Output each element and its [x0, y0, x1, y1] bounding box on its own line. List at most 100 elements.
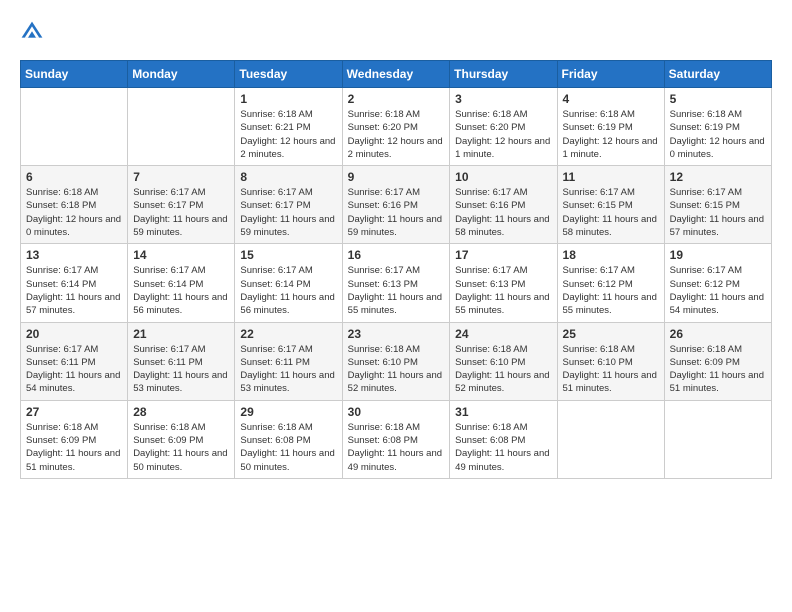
calendar-cell: 8Sunrise: 6:17 AMSunset: 6:17 PMDaylight…	[235, 166, 342, 244]
day-info: Sunrise: 6:17 AMSunset: 6:15 PMDaylight:…	[670, 186, 766, 239]
day-number: 2	[348, 92, 445, 106]
day-info: Sunrise: 6:17 AMSunset: 6:16 PMDaylight:…	[455, 186, 551, 239]
day-info: Sunrise: 6:18 AMSunset: 6:08 PMDaylight:…	[455, 421, 551, 474]
column-header-monday: Monday	[128, 61, 235, 88]
day-info: Sunrise: 6:17 AMSunset: 6:13 PMDaylight:…	[348, 264, 445, 317]
calendar-cell	[128, 88, 235, 166]
calendar-cell: 29 Sunrise: 6:18 AMSunset: 6:08 PMDayligh…	[235, 400, 342, 478]
day-number: 31	[455, 405, 551, 419]
day-info: Sunrise: 6:17 AMSunset: 6:12 PMDaylight:…	[670, 264, 766, 317]
day-info: Sunrise: 6:18 AMSunset: 6:08 PMDaylight:…	[240, 421, 336, 474]
calendar-cell: 1 Sunrise: 6:18 AMSunset: 6:21 PMDaylight…	[235, 88, 342, 166]
calendar-cell: 10 Sunrise: 6:17 AMSunset: 6:16 PMDayligh…	[450, 166, 557, 244]
day-info: Sunrise: 6:18 AMSunset: 6:10 PMDaylight:…	[348, 343, 445, 396]
day-info: Sunrise: 6:17 AMSunset: 6:17 PMDaylight:…	[240, 186, 336, 239]
day-info: Sunrise: 6:18 AMSunset: 6:20 PMDaylight:…	[455, 108, 551, 161]
day-number: 4	[563, 92, 659, 106]
day-info: Sunrise: 6:18 AMSunset: 6:18 PMDaylight:…	[26, 186, 122, 239]
page-header	[20, 20, 772, 44]
day-info: Sunrise: 6:17 AMSunset: 6:13 PMDaylight:…	[455, 264, 551, 317]
day-info: Sunrise: 6:17 AMSunset: 6:14 PMDaylight:…	[240, 264, 336, 317]
day-number: 22	[240, 327, 336, 341]
day-info: Sunrise: 6:18 AMSunset: 6:09 PMDaylight:…	[26, 421, 122, 474]
day-number: 23	[348, 327, 445, 341]
calendar-cell: 28 Sunrise: 6:18 AMSunset: 6:09 PMDayligh…	[128, 400, 235, 478]
day-number: 19	[670, 248, 766, 262]
calendar-cell: 31 Sunrise: 6:18 AMSunset: 6:08 PMDayligh…	[450, 400, 557, 478]
calendar-cell: 24 Sunrise: 6:18 AMSunset: 6:10 PMDayligh…	[450, 322, 557, 400]
day-number: 7	[133, 170, 229, 184]
calendar-week-row: 20 Sunrise: 6:17 AMSunset: 6:11 PMDayligh…	[21, 322, 772, 400]
day-number: 6	[26, 170, 122, 184]
calendar-cell: 5Sunrise: 6:18 AMSunset: 6:19 PMDaylight…	[664, 88, 771, 166]
calendar-cell: 25 Sunrise: 6:18 AMSunset: 6:10 PMDayligh…	[557, 322, 664, 400]
column-header-thursday: Thursday	[450, 61, 557, 88]
calendar-cell: 7Sunrise: 6:17 AMSunset: 6:17 PMDaylight…	[128, 166, 235, 244]
day-number: 27	[26, 405, 122, 419]
day-number: 5	[670, 92, 766, 106]
day-number: 18	[563, 248, 659, 262]
calendar-week-row: 27 Sunrise: 6:18 AMSunset: 6:09 PMDayligh…	[21, 400, 772, 478]
column-header-friday: Friday	[557, 61, 664, 88]
day-number: 11	[563, 170, 659, 184]
calendar-cell: 4 Sunrise: 6:18 AMSunset: 6:19 PMDaylight…	[557, 88, 664, 166]
day-number: 21	[133, 327, 229, 341]
day-number: 29	[240, 405, 336, 419]
column-header-sunday: Sunday	[21, 61, 128, 88]
calendar-cell: 15 Sunrise: 6:17 AMSunset: 6:14 PMDayligh…	[235, 244, 342, 322]
calendar-cell: 19 Sunrise: 6:17 AMSunset: 6:12 PMDayligh…	[664, 244, 771, 322]
calendar-week-row: 6 Sunrise: 6:18 AMSunset: 6:18 PMDaylight…	[21, 166, 772, 244]
calendar-cell: 12Sunrise: 6:17 AMSunset: 6:15 PMDayligh…	[664, 166, 771, 244]
calendar-cell: 18 Sunrise: 6:17 AMSunset: 6:12 PMDayligh…	[557, 244, 664, 322]
calendar-cell: 14Sunrise: 6:17 AMSunset: 6:14 PMDayligh…	[128, 244, 235, 322]
calendar-week-row: 13 Sunrise: 6:17 AMSunset: 6:14 PMDayligh…	[21, 244, 772, 322]
day-info: Sunrise: 6:18 AMSunset: 6:21 PMDaylight:…	[240, 108, 336, 161]
day-info: Sunrise: 6:18 AMSunset: 6:19 PMDaylight:…	[563, 108, 659, 161]
calendar-cell: 16 Sunrise: 6:17 AMSunset: 6:13 PMDayligh…	[342, 244, 450, 322]
day-info: Sunrise: 6:17 AMSunset: 6:16 PMDaylight:…	[348, 186, 445, 239]
calendar-cell: 20 Sunrise: 6:17 AMSunset: 6:11 PMDayligh…	[21, 322, 128, 400]
column-header-saturday: Saturday	[664, 61, 771, 88]
calendar-cell: 22 Sunrise: 6:17 AMSunset: 6:11 PMDayligh…	[235, 322, 342, 400]
calendar-cell: 21 Sunrise: 6:17 AMSunset: 6:11 PMDayligh…	[128, 322, 235, 400]
day-info: Sunrise: 6:17 AMSunset: 6:11 PMDaylight:…	[240, 343, 336, 396]
day-info: Sunrise: 6:18 AMSunset: 6:09 PMDaylight:…	[133, 421, 229, 474]
logo	[20, 20, 48, 44]
day-info: Sunrise: 6:17 AMSunset: 6:11 PMDaylight:…	[133, 343, 229, 396]
day-info: Sunrise: 6:18 AMSunset: 6:10 PMDaylight:…	[455, 343, 551, 396]
day-number: 25	[563, 327, 659, 341]
calendar-cell	[21, 88, 128, 166]
day-info: Sunrise: 6:17 AMSunset: 6:15 PMDaylight:…	[563, 186, 659, 239]
day-info: Sunrise: 6:17 AMSunset: 6:11 PMDaylight:…	[26, 343, 122, 396]
calendar-cell: 2 Sunrise: 6:18 AMSunset: 6:20 PMDaylight…	[342, 88, 450, 166]
calendar-cell: 27 Sunrise: 6:18 AMSunset: 6:09 PMDayligh…	[21, 400, 128, 478]
calendar-cell: 9 Sunrise: 6:17 AMSunset: 6:16 PMDaylight…	[342, 166, 450, 244]
day-info: Sunrise: 6:17 AMSunset: 6:14 PMDaylight:…	[133, 264, 229, 317]
calendar-cell: 13 Sunrise: 6:17 AMSunset: 6:14 PMDayligh…	[21, 244, 128, 322]
day-number: 30	[348, 405, 445, 419]
calendar-cell	[557, 400, 664, 478]
day-number: 13	[26, 248, 122, 262]
calendar-cell	[664, 400, 771, 478]
day-number: 15	[240, 248, 336, 262]
day-number: 28	[133, 405, 229, 419]
day-info: Sunrise: 6:18 AMSunset: 6:10 PMDaylight:…	[563, 343, 659, 396]
day-info: Sunrise: 6:18 AMSunset: 6:20 PMDaylight:…	[348, 108, 445, 161]
calendar-cell: 23 Sunrise: 6:18 AMSunset: 6:10 PMDayligh…	[342, 322, 450, 400]
day-number: 9	[348, 170, 445, 184]
day-number: 1	[240, 92, 336, 106]
calendar-cell: 3Sunrise: 6:18 AMSunset: 6:20 PMDaylight…	[450, 88, 557, 166]
day-number: 26	[670, 327, 766, 341]
day-number: 20	[26, 327, 122, 341]
logo-icon	[20, 20, 44, 44]
calendar-cell: 11 Sunrise: 6:17 AMSunset: 6:15 PMDayligh…	[557, 166, 664, 244]
calendar-week-row: 1 Sunrise: 6:18 AMSunset: 6:21 PMDaylight…	[21, 88, 772, 166]
day-number: 10	[455, 170, 551, 184]
column-header-wednesday: Wednesday	[342, 61, 450, 88]
calendar-cell: 6 Sunrise: 6:18 AMSunset: 6:18 PMDaylight…	[21, 166, 128, 244]
day-info: Sunrise: 6:17 AMSunset: 6:12 PMDaylight:…	[563, 264, 659, 317]
calendar-cell: 26Sunrise: 6:18 AMSunset: 6:09 PMDayligh…	[664, 322, 771, 400]
day-number: 16	[348, 248, 445, 262]
day-info: Sunrise: 6:17 AMSunset: 6:14 PMDaylight:…	[26, 264, 122, 317]
day-number: 24	[455, 327, 551, 341]
